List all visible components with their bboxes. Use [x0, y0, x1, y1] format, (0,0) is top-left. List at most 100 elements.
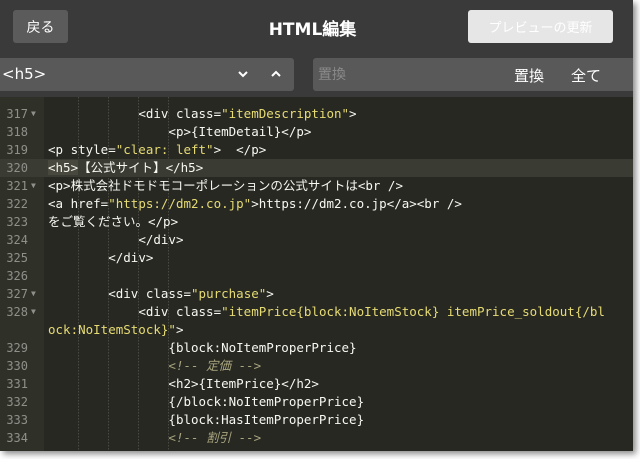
- code-line[interactable]: 326: [0, 267, 633, 285]
- line-number: 319: [6, 143, 28, 157]
- code-token: 【公式サイト】</h5>: [78, 160, 204, 175]
- code-line[interactable]: 331 <h2>{ItemPrice}</h2>: [0, 375, 633, 393]
- code-token: {block:NoItemProperPrice}: [168, 340, 357, 355]
- line-number: 331: [6, 377, 28, 391]
- code-token: </div>: [108, 250, 154, 265]
- page-title: HTML編集: [268, 20, 357, 40]
- code-line[interactable]: 327 ▼ <div class="purchase">: [0, 285, 633, 303]
- code-line[interactable]: 321 ▼ <p>株式会社ドモドモコーポレーションの公式サイトは<br />: [0, 177, 633, 195]
- replace-input[interactable]: [318, 63, 498, 86]
- code-line[interactable]: 317 ▼ <div class="itemDescription">: [0, 105, 633, 123]
- header-bar: 戻る HTML編集 プレビューの更新: [0, 0, 633, 54]
- code-line[interactable]: 324 </div>: [0, 231, 633, 249]
- html-editor-window: 戻る HTML編集 プレビューの更新 <h5> 置換 全て 317▼ <div …: [0, 0, 633, 451]
- code-token: {/block:NoItemProperPrice}: [168, 394, 365, 409]
- code-text: <div class="purchase">: [48, 285, 608, 303]
- replace-all-button[interactable]: 全て: [571, 65, 601, 86]
- code-token: >: [175, 322, 184, 337]
- fold-arrow-icon[interactable]: ▼: [31, 105, 36, 123]
- code-text: <h5>【公式サイト】</h5>: [48, 159, 608, 177]
- code-text: <p style="clear: left"> </p>: [48, 141, 608, 159]
- line-number: 320: [0, 159, 28, 177]
- code-token: <div class=: [108, 286, 192, 301]
- comment-token: <!-- 定価 -->: [168, 358, 262, 373]
- code-line[interactable]: 318 <p>{ItemDetail}</p>: [0, 123, 633, 141]
- line-number: 330: [6, 359, 28, 373]
- code-line[interactable]: 329 {block:NoItemProperPrice}: [0, 339, 633, 357]
- fold-arrow-icon[interactable]: ▼: [31, 177, 36, 195]
- line-number: 322: [6, 197, 28, 211]
- code-line[interactable]: 323 をご覧ください。</p>: [0, 213, 633, 231]
- line-number: 334: [6, 431, 28, 445]
- line-number: 326: [6, 269, 28, 283]
- line-number: 317: [6, 107, 28, 121]
- line-number: 333: [6, 413, 28, 427]
- preview-update-button[interactable]: プレビューの更新: [468, 10, 613, 43]
- code-text: {/block:NoItemProperPrice}: [48, 393, 608, 411]
- line-number: 332: [6, 395, 28, 409]
- fold-arrow-icon[interactable]: ▼: [31, 303, 36, 321]
- code-token: </div>: [138, 232, 184, 247]
- line-number: 323: [6, 215, 28, 229]
- line-number: 328: [6, 305, 28, 319]
- code-line[interactable]: 325 </div>: [0, 249, 633, 267]
- back-button[interactable]: 戻る: [13, 10, 68, 43]
- code-text: <p>株式会社ドモドモコーポレーションの公式サイトは<br />: [48, 177, 608, 195]
- code-text: <div class="itemDescription">: [48, 105, 608, 123]
- code-token: > </p>: [213, 142, 267, 157]
- line-number: 325: [6, 251, 28, 265]
- code-line[interactable]: 334 <!-- 割引 -->: [0, 429, 633, 447]
- string-token: "https://dm2.co.jp": [108, 196, 252, 211]
- chevron-down-icon[interactable]: [235, 65, 251, 83]
- replace-button[interactable]: 置換: [514, 65, 544, 86]
- comment-token: <!-- 割引 -->: [168, 430, 262, 445]
- code-line[interactable]: 328 ▼ <div class="itemPrice{block:NoItemS…: [0, 303, 633, 339]
- search-replace-bar: <h5> 置換 全て: [0, 54, 633, 94]
- search-input[interactable]: <h5>: [2, 65, 46, 83]
- code-token: をご覧ください。</p>: [48, 214, 179, 229]
- code-text: {block:NoItemProperPrice}: [48, 339, 608, 357]
- code-text: </div>: [48, 231, 608, 249]
- code-token: <a href=: [48, 196, 109, 211]
- code-text: <a href="https://dm2.co.jp">https://dm2.…: [48, 195, 608, 213]
- string-token: "purchase": [191, 286, 267, 301]
- code-line[interactable]: 332 {/block:NoItemProperPrice}: [0, 393, 633, 411]
- string-token: "itemDescription": [221, 106, 350, 121]
- code-text: {block:HasItemProperPrice}: [48, 411, 608, 429]
- code-text: <h2>{ItemPrice}</h2>: [48, 375, 608, 393]
- code-token: <h2>{ItemPrice}</h2>: [168, 376, 319, 391]
- code-text: <p>{ItemDetail}</p>: [48, 123, 608, 141]
- line-number: 329: [6, 341, 28, 355]
- code-token: >: [349, 106, 357, 121]
- code-token: <div class=: [138, 106, 222, 121]
- search-field[interactable]: <h5>: [0, 58, 294, 91]
- code-text: <!-- 割引 -->: [48, 429, 608, 447]
- string-token: "clear: left": [115, 142, 214, 157]
- code-text: <div class="itemPrice{block:NoItemStock}…: [48, 303, 608, 339]
- code-token: >https://dm2.co.jp</a><br />: [251, 196, 462, 211]
- code-line[interactable]: 319 <p style="clear: left"> </p>: [0, 141, 633, 159]
- code-token: >: [266, 286, 274, 301]
- code-token: {block:HasItemProperPrice}: [168, 412, 365, 427]
- code-token: <p style=: [48, 142, 116, 157]
- code-text: </div>: [48, 249, 608, 267]
- code-token: <p>{ItemDetail}</p>: [168, 124, 312, 139]
- line-number: 327: [6, 287, 28, 301]
- code-editor[interactable]: 317 ▼ <div class="itemDescription"> 318 <p…: [0, 97, 633, 451]
- fold-arrow-icon[interactable]: ▼: [31, 285, 36, 303]
- search-match-highlight: <h5>: [48, 160, 79, 175]
- chevron-up-icon[interactable]: [268, 65, 284, 83]
- code-token: <div class=: [138, 304, 222, 319]
- code-line[interactable]: 333 {block:HasItemProperPrice}: [0, 411, 633, 429]
- line-number: 321: [6, 179, 28, 193]
- code-text: <!-- 定価 -->: [48, 357, 608, 375]
- code-text: をご覧ください。</p>: [48, 213, 608, 231]
- code-line[interactable]: 330 <!-- 定価 -->: [0, 357, 633, 375]
- string-token: "itemPrice{block:NoItemStock} itemPrice_…: [48, 304, 605, 337]
- line-number: 324: [6, 233, 28, 247]
- code-token: <p>株式会社ドモドモコーポレーションの公式サイトは<br />: [48, 178, 403, 193]
- code-line[interactable]: 322 <a href="https://dm2.co.jp">https://d…: [0, 195, 633, 213]
- replace-field: 置換 全て: [313, 58, 633, 91]
- code-line[interactable]: 320 <h5>【公式サイト】</h5>: [0, 159, 633, 177]
- line-number: 318: [6, 125, 28, 139]
